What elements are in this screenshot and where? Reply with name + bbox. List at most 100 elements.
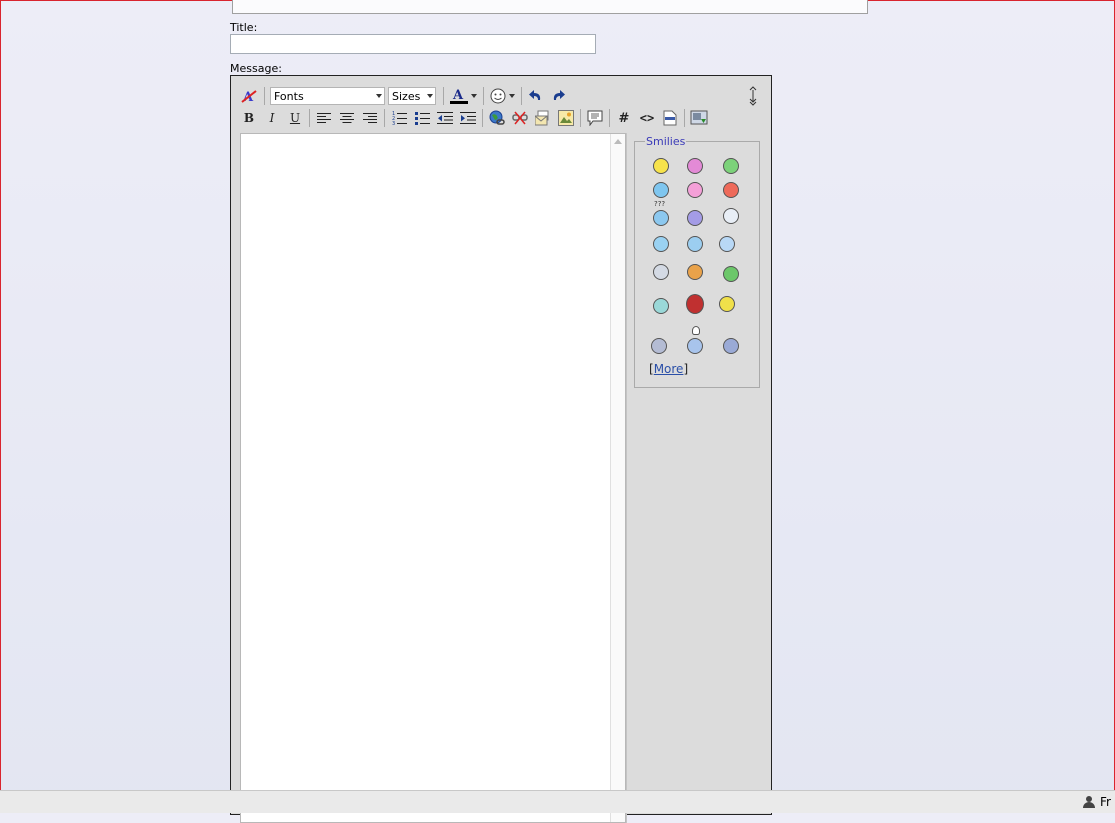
align-center-button[interactable] [338,109,356,127]
insert-smiley-dropdown[interactable] [509,87,515,105]
taskbar: Fr [0,790,1115,813]
remove-link-button[interactable] [511,109,529,127]
smilies-more-link[interactable]: More [654,362,684,376]
eek-icon[interactable] [723,208,739,224]
tongue-icon[interactable] [687,182,703,198]
smilies-panel: Smilies ??? [More] [634,135,760,388]
email-link-icon [535,110,549,126]
switch-mode-icon [690,110,708,125]
sick-icon[interactable] [723,266,739,282]
remove-format-icon: A [241,90,257,104]
toolbar-row-2: B I U 123 # <> [240,108,713,128]
toolbar-separator [384,109,385,127]
underline-button[interactable]: U [286,109,304,127]
previous-field-box[interactable] [232,0,868,14]
align-left-button[interactable] [315,109,333,127]
php-icon [663,110,677,126]
toolbar-separator [264,87,265,105]
rock-on-icon[interactable] [719,296,735,312]
sleep-icon[interactable] [651,338,667,354]
toolbar-separator [521,87,522,105]
redo-button[interactable] [549,87,567,105]
toolbar-separator [309,109,310,127]
fonts-select-value: Fonts [274,89,304,103]
align-left-icon [317,113,331,123]
textarea-scrollbar[interactable] [610,134,625,822]
chevron-down-icon [509,94,515,98]
indent-button[interactable] [459,109,477,127]
thumbs-up-icon[interactable] [719,236,735,252]
wrap-html-button[interactable]: <> [638,109,656,127]
crazy-icon[interactable] [723,338,739,354]
svg-text:3: 3 [392,121,395,125]
undo-icon [529,90,541,100]
dizzy-icon[interactable] [653,298,669,314]
toolbar-separator [482,109,483,127]
toolbar-separator [443,87,444,105]
message-textarea[interactable] [240,133,626,823]
wrap-code-hash-button[interactable]: # [615,109,633,127]
image-icon [558,110,574,126]
idea-icon[interactable] [687,338,703,354]
smilies-more: [More] [649,362,689,376]
globe-link-icon [489,110,505,125]
lightbulb-icon [692,326,700,335]
insert-email-button[interactable] [534,109,552,127]
toolbar-separator [580,109,581,127]
font-color-button[interactable]: A [449,87,469,105]
scroll-up-arrow-icon[interactable] [614,139,622,144]
ordered-list-button[interactable]: 123 [390,109,408,127]
insert-link-button[interactable] [488,109,506,127]
message-label: Message: [230,62,282,75]
biggrin-icon[interactable] [687,158,703,174]
undo-button[interactable] [527,87,545,105]
font-color-dropdown[interactable] [471,87,477,105]
chevron-down-icon [376,94,382,98]
smile-icon[interactable] [653,158,669,174]
message-editor: A Fonts Sizes A [230,75,772,823]
grin-icon[interactable] [723,158,739,174]
title-label: Title: [230,21,258,34]
unordered-list-icon [414,112,430,125]
confused-icon[interactable] [653,210,669,226]
font-color-icon: A [450,88,468,104]
toolbar-separator [483,87,484,105]
user-tray-text: Fr [1100,795,1111,809]
rolleyes-icon[interactable] [687,236,703,252]
smiley-icon [490,88,506,104]
align-right-button[interactable] [361,109,379,127]
smilies-legend: Smilies [645,135,687,148]
thumbs-down-icon[interactable] [653,264,669,280]
chevron-down-icon [471,94,477,98]
headbang-icon[interactable] [687,264,703,280]
wink-icon[interactable] [653,182,669,198]
unordered-list-button[interactable] [413,109,431,127]
user-icon [1083,796,1097,808]
devil-icon[interactable] [686,294,704,314]
frown-icon[interactable] [687,210,703,226]
toolbar-separator [609,109,610,127]
outdent-icon [437,112,453,124]
italic-button[interactable]: I [263,109,281,127]
collapse-toolbar-button[interactable] [749,86,757,108]
align-center-icon [340,113,354,123]
cool-icon[interactable] [653,236,669,252]
user-tray[interactable]: Fr [1083,795,1111,809]
bold-button[interactable]: B [240,109,258,127]
indent-icon [460,112,476,124]
title-input[interactable] [230,34,596,54]
mad-icon[interactable] [723,182,739,198]
remove-format-button[interactable]: A [240,87,258,105]
outdent-button[interactable] [436,109,454,127]
toolbar-row-1: A Fonts Sizes A [240,86,572,106]
sizes-select[interactable]: Sizes [388,87,436,105]
fonts-select[interactable]: Fonts [270,87,385,105]
toolbar-separator [684,109,685,127]
switch-editor-mode-button[interactable] [690,109,708,127]
insert-quote-button[interactable] [586,109,604,127]
insert-smiley-button[interactable] [489,87,507,105]
wrap-php-button[interactable] [661,109,679,127]
insert-image-button[interactable] [557,109,575,127]
expand-collapse-icon [749,86,757,106]
sizes-select-value: Sizes [392,89,421,103]
